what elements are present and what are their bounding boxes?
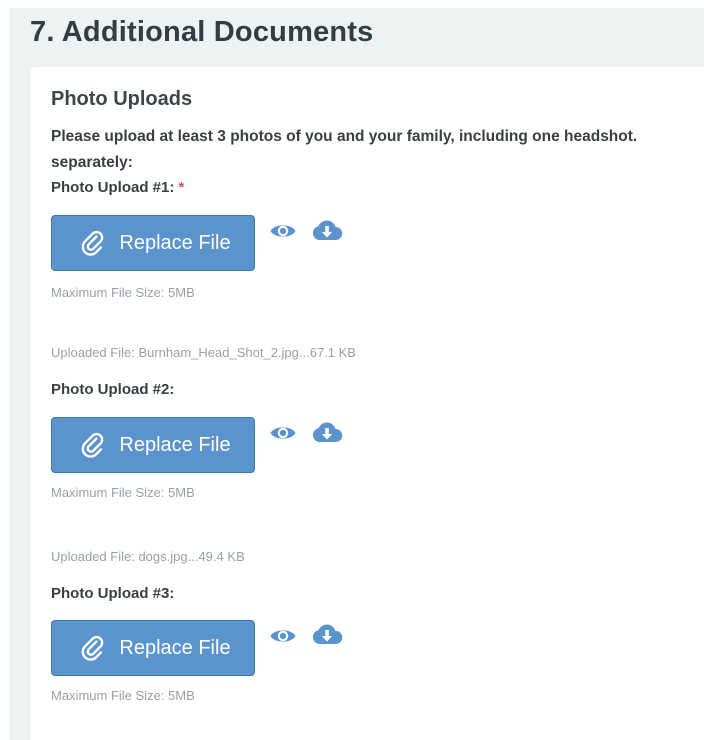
uploaded-file-1: Uploaded File: Burnham_Head_Shot_2.jpg..… xyxy=(51,345,356,360)
max-file-size-3: Maximum File Size: 5MB xyxy=(51,688,195,703)
eye-icon[interactable] xyxy=(269,626,297,646)
eye-icon[interactable] xyxy=(269,221,297,241)
replace-file-button-1[interactable]: Replace File xyxy=(51,215,255,271)
required-marker: * xyxy=(178,179,185,196)
replace-file-button-3[interactable]: Replace File xyxy=(51,620,255,676)
eye-icon[interactable] xyxy=(269,423,297,443)
instruction-text: Please upload at least 3 photos of you a… xyxy=(51,128,638,145)
paperclip-icon xyxy=(82,635,104,661)
replace-file-label: Replace File xyxy=(119,636,231,659)
photo-upload-1-label: Photo Upload #1: * xyxy=(51,179,184,196)
card-title: Photo Uploads xyxy=(51,88,193,110)
uploaded-file-2: Uploaded File: dogs.jpg...49.4 KB xyxy=(51,549,245,564)
paperclip-icon xyxy=(82,432,104,458)
photo-upload-2-label: Photo Upload #2: xyxy=(51,381,175,398)
photo-upload-1-label-text: Photo Upload #1: xyxy=(51,179,175,196)
instruction-text-continued: separately: xyxy=(51,154,133,171)
max-file-size-1: Maximum File Size: 5MB xyxy=(51,285,195,300)
cloud-download-icon[interactable] xyxy=(311,420,343,446)
cloud-download-icon[interactable] xyxy=(311,218,343,244)
section-title: 7. Additional Documents xyxy=(30,16,374,48)
replace-file-label: Replace File xyxy=(119,231,231,254)
replace-file-label: Replace File xyxy=(119,433,231,456)
replace-file-button-2[interactable]: Replace File xyxy=(51,417,255,473)
photo-upload-3-label: Photo Upload #3: xyxy=(51,585,175,602)
paperclip-icon xyxy=(82,230,104,256)
cloud-download-icon[interactable] xyxy=(311,622,343,648)
max-file-size-2: Maximum File Size: 5MB xyxy=(51,485,195,500)
